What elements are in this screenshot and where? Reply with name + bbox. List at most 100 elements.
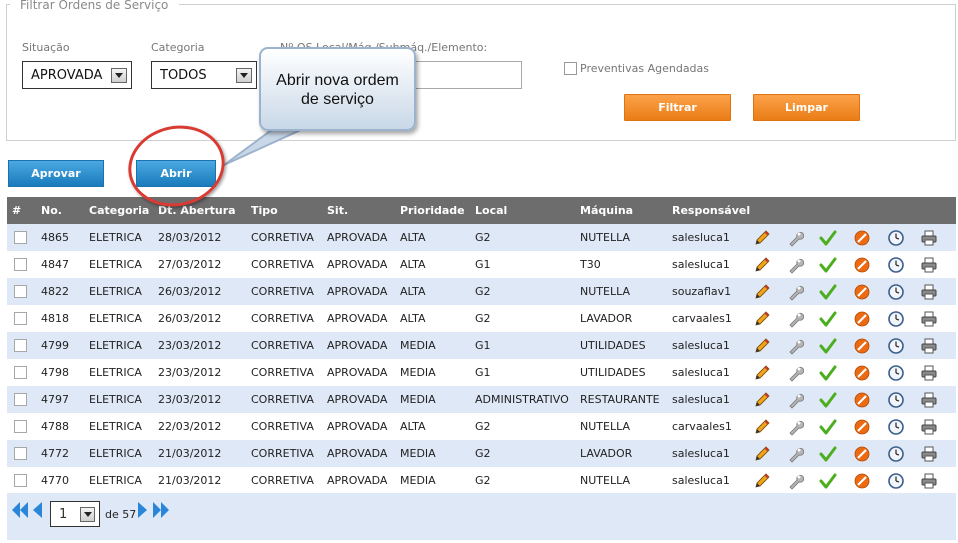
printer-icon[interactable] — [920, 445, 938, 463]
table-row[interactable]: 4799 ELETRICA 23/03/2012 CORRETIVA APROVADA M… — [7, 332, 956, 359]
check-icon[interactable] — [819, 310, 837, 328]
wrench-icon[interactable] — [786, 472, 805, 490]
chevron-down-icon[interactable] — [111, 68, 127, 83]
wrench-icon[interactable] — [786, 364, 805, 382]
situacao-select[interactable]: APROVADA — [22, 61, 132, 89]
cancel-icon[interactable] — [853, 418, 871, 436]
categoria-select[interactable]: TODOS — [151, 61, 257, 89]
wrench-icon[interactable] — [786, 310, 805, 328]
check-icon[interactable] — [819, 472, 837, 490]
first-page-icon[interactable] — [11, 502, 29, 518]
table-row[interactable]: 4847 ELETRICA 27/03/2012 CORRETIVA APROVADA A… — [7, 251, 956, 278]
clock-icon[interactable] — [887, 418, 905, 436]
table-row[interactable]: 4772 ELETRICA 21/03/2012 CORRETIVA APROVADA M… — [7, 440, 956, 467]
wrench-icon[interactable] — [786, 418, 805, 436]
wrench-icon[interactable] — [786, 391, 805, 409]
wrench-icon[interactable] — [786, 229, 805, 247]
table-row[interactable]: 4798 ELETRICA 23/03/2012 CORRETIVA APROVADA M… — [7, 359, 956, 386]
cancel-icon[interactable] — [853, 310, 871, 328]
cancel-icon[interactable] — [853, 229, 871, 247]
clock-icon[interactable] — [887, 283, 905, 301]
row-checkbox[interactable] — [14, 447, 27, 461]
table-row[interactable]: 4865 ELETRICA 28/03/2012 CORRETIVA APROVADA A… — [7, 224, 956, 251]
printer-icon[interactable] — [920, 229, 938, 247]
clock-icon[interactable] — [887, 364, 905, 382]
clock-icon[interactable] — [887, 391, 905, 409]
row-checkbox[interactable] — [14, 312, 27, 326]
printer-icon[interactable] — [920, 364, 938, 382]
header-prioridade[interactable]: Prioridade — [400, 197, 475, 224]
clock-icon[interactable] — [887, 229, 905, 247]
cancel-icon[interactable] — [853, 364, 871, 382]
row-checkbox[interactable] — [14, 339, 27, 353]
row-checkbox[interactable] — [14, 231, 27, 245]
printer-icon[interactable] — [920, 337, 938, 355]
pencil-icon[interactable] — [753, 229, 771, 247]
table-row[interactable]: 4822 ELETRICA 26/03/2012 CORRETIVA APROVADA A… — [7, 278, 956, 305]
chevron-down-icon[interactable] — [236, 68, 252, 83]
row-checkbox[interactable] — [14, 285, 27, 299]
pencil-icon[interactable] — [753, 364, 771, 382]
pencil-icon[interactable] — [753, 391, 771, 409]
printer-icon[interactable] — [920, 283, 938, 301]
pencil-icon[interactable] — [753, 337, 771, 355]
page-select[interactable]: 1 — [50, 501, 100, 527]
row-checkbox[interactable] — [14, 258, 27, 272]
header-sit[interactable]: Sit. — [327, 197, 400, 224]
clock-icon[interactable] — [887, 472, 905, 490]
check-icon[interactable] — [819, 256, 837, 274]
wrench-icon[interactable] — [786, 445, 805, 463]
header-responsavel[interactable]: Responsável — [672, 197, 753, 224]
check-icon[interactable] — [819, 337, 837, 355]
clock-icon[interactable] — [887, 445, 905, 463]
header-maquina[interactable]: Máquina — [580, 197, 672, 224]
header-local[interactable]: Local — [475, 197, 580, 224]
pencil-icon[interactable] — [753, 445, 771, 463]
pencil-icon[interactable] — [753, 310, 771, 328]
row-checkbox[interactable] — [14, 474, 27, 488]
printer-icon[interactable] — [920, 472, 938, 490]
check-icon[interactable] — [819, 445, 837, 463]
cancel-icon[interactable] — [853, 472, 871, 490]
table-row[interactable]: 4770 ELETRICA 21/03/2012 CORRETIVA APROVADA M… — [7, 467, 956, 494]
limpar-button[interactable]: Limpar — [753, 94, 860, 121]
cancel-icon[interactable] — [853, 337, 871, 355]
pencil-icon[interactable] — [753, 418, 771, 436]
check-icon[interactable] — [819, 229, 837, 247]
clock-icon[interactable] — [887, 337, 905, 355]
pencil-icon[interactable] — [753, 256, 771, 274]
header-tipo[interactable]: Tipo — [251, 197, 327, 224]
cancel-icon[interactable] — [853, 445, 871, 463]
row-checkbox[interactable] — [14, 393, 27, 407]
preventivas-checkbox[interactable] — [564, 62, 577, 75]
wrench-icon[interactable] — [786, 337, 805, 355]
header-no[interactable]: No. — [41, 197, 89, 224]
row-checkbox[interactable] — [14, 366, 27, 380]
chevron-down-icon[interactable] — [80, 507, 95, 522]
clock-icon[interactable] — [887, 310, 905, 328]
row-checkbox[interactable] — [14, 420, 27, 434]
wrench-icon[interactable] — [786, 256, 805, 274]
printer-icon[interactable] — [920, 310, 938, 328]
pencil-icon[interactable] — [753, 472, 771, 490]
last-page-icon[interactable] — [152, 502, 170, 518]
table-row[interactable]: 4797 ELETRICA 23/03/2012 CORRETIVA APROVADA M… — [7, 386, 956, 413]
check-icon[interactable] — [819, 283, 837, 301]
aprovar-button[interactable]: Aprovar — [8, 160, 104, 187]
header-categoria[interactable]: Categoria — [89, 197, 158, 224]
cancel-icon[interactable] — [853, 283, 871, 301]
check-icon[interactable] — [819, 391, 837, 409]
printer-icon[interactable] — [920, 391, 938, 409]
next-page-icon[interactable] — [137, 502, 148, 518]
wrench-icon[interactable] — [786, 283, 805, 301]
clock-icon[interactable] — [887, 256, 905, 274]
pencil-icon[interactable] — [753, 283, 771, 301]
check-icon[interactable] — [819, 418, 837, 436]
table-row[interactable]: 4788 ELETRICA 22/03/2012 CORRETIVA APROVADA A… — [7, 413, 956, 440]
prev-page-icon[interactable] — [32, 502, 43, 518]
cancel-icon[interactable] — [853, 256, 871, 274]
filtrar-button[interactable]: Filtrar — [624, 94, 731, 121]
check-icon[interactable] — [819, 364, 837, 382]
printer-icon[interactable] — [920, 256, 938, 274]
cancel-icon[interactable] — [853, 391, 871, 409]
